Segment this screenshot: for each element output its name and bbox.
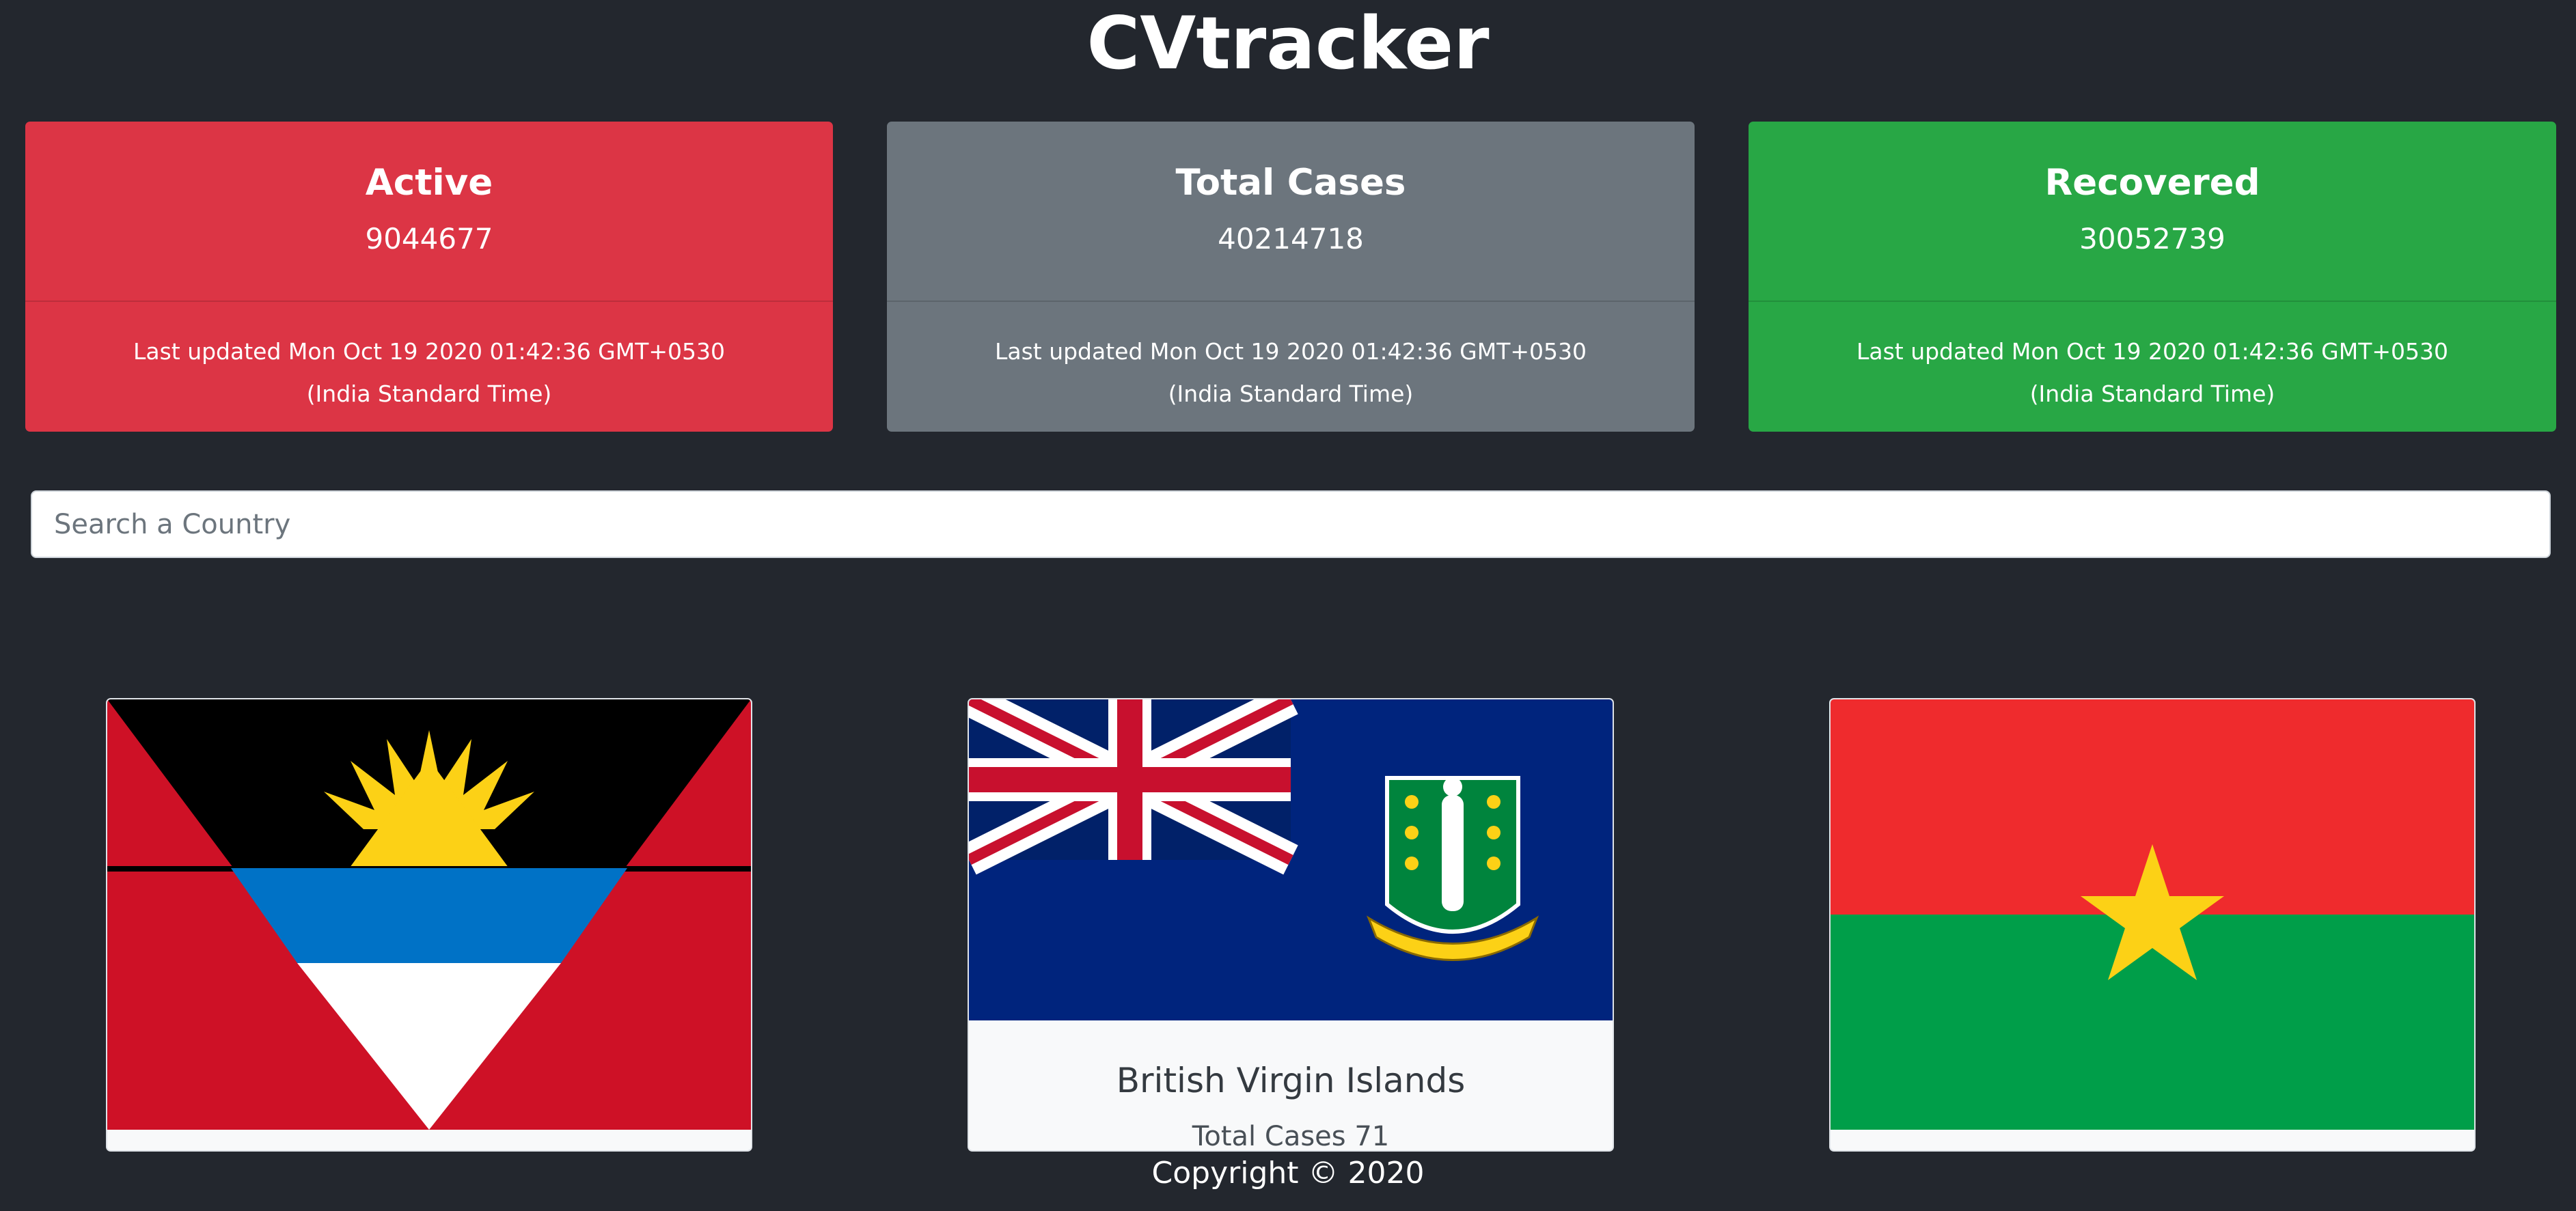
- total-cases-last-updated: Last updated Mon Oct 19 2020 01:42:36 GM…: [994, 338, 1587, 407]
- country-search-input[interactable]: [31, 490, 2551, 558]
- copyright-footer: Copyright © 2020: [1151, 1156, 1425, 1191]
- recovered-label: Recovered: [2044, 162, 2260, 204]
- recovered-card: Recovered 30052739 Last updated Mon Oct …: [1749, 122, 2556, 432]
- country-card[interactable]: [106, 698, 752, 1152]
- country-name: British Virgin Islands: [1116, 1061, 1466, 1100]
- recovered-value: 30052739: [2079, 222, 2225, 255]
- total-cases-value: 40214718: [1218, 222, 1364, 255]
- active-value: 9044677: [365, 222, 493, 255]
- country-card[interactable]: British Virgin Islands Total Cases 71: [968, 698, 1614, 1152]
- active-card: Active 9044677 Last updated Mon Oct 19 2…: [25, 122, 833, 432]
- total-cases-card: Total Cases 40214718 Last updated Mon Oc…: [887, 122, 1695, 432]
- recovered-card-body: Recovered 30052739: [1749, 122, 2556, 302]
- antigua-and-barbuda-flag-icon: [107, 699, 751, 1130]
- burkina-faso-flag-icon: [1831, 699, 2474, 1130]
- country-total-cases: Total Cases 71: [1192, 1121, 1390, 1152]
- app-page: CVtracker Active 9044677 Last updated Mo…: [0, 0, 2576, 1211]
- total-cases-label: Total Cases: [1175, 162, 1406, 204]
- recovered-last-updated: Last updated Mon Oct 19 2020 01:42:36 GM…: [1856, 338, 2449, 407]
- active-label: Active: [365, 162, 493, 204]
- active-card-body: Active 9044677: [25, 122, 833, 302]
- app-title: CVtracker: [1086, 1, 1490, 85]
- country-card[interactable]: [1829, 698, 2476, 1152]
- total-cases-card-body: Total Cases 40214718: [887, 122, 1695, 302]
- active-last-updated: Last updated Mon Oct 19 2020 01:42:36 GM…: [133, 338, 726, 407]
- british-virgin-islands-flag-icon: [969, 699, 1613, 1020]
